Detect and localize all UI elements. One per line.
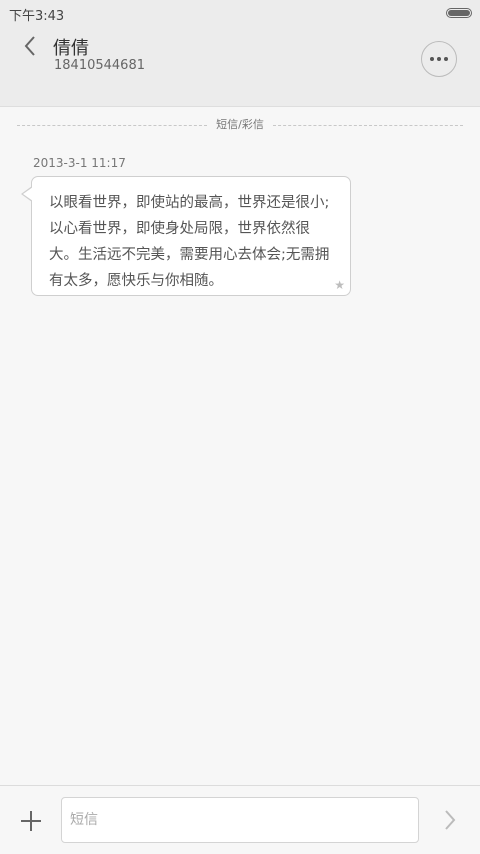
star-icon: ★: [334, 278, 345, 292]
bubble-tail: [23, 187, 33, 201]
more-horizontal-icon: [444, 57, 448, 61]
status-bar: 下午3:43: [0, 0, 480, 26]
back-button[interactable]: [16, 32, 44, 60]
more-options-button[interactable]: [421, 41, 457, 77]
chevron-left-icon: [24, 36, 35, 56]
more-horizontal-icon: [437, 57, 441, 61]
message-type-label: 短信/彩信: [216, 118, 264, 131]
status-time: 下午3:43: [9, 9, 65, 24]
message-composer: [0, 785, 480, 854]
send-button[interactable]: [438, 807, 462, 833]
contact-number: 18410544681: [54, 58, 145, 73]
divider-line: [273, 125, 463, 126]
divider-line: [17, 125, 207, 126]
battery-icon: [446, 8, 472, 18]
message-text: 以眼看世界，即使站的最高，世界还是很小;以心看世界，即使身处局限，世界依然很大。…: [49, 195, 330, 289]
more-horizontal-icon: [430, 57, 434, 61]
contact-name: 倩倩: [53, 38, 89, 59]
message-type-divider: 短信/彩信: [17, 118, 463, 132]
message-bubble[interactable]: 以眼看世界，即使站的最高，世界还是很小;以心看世界，即使身处局限，世界依然很大。…: [21, 176, 351, 296]
add-attachment-button[interactable]: [19, 809, 43, 833]
message-timestamp: 2013-3-1 11:17: [33, 156, 126, 170]
message-input[interactable]: [61, 797, 419, 843]
battery-level: [448, 10, 470, 16]
chevron-right-icon: [445, 810, 456, 830]
conversation-header: 倩倩 18410544681: [0, 26, 480, 107]
